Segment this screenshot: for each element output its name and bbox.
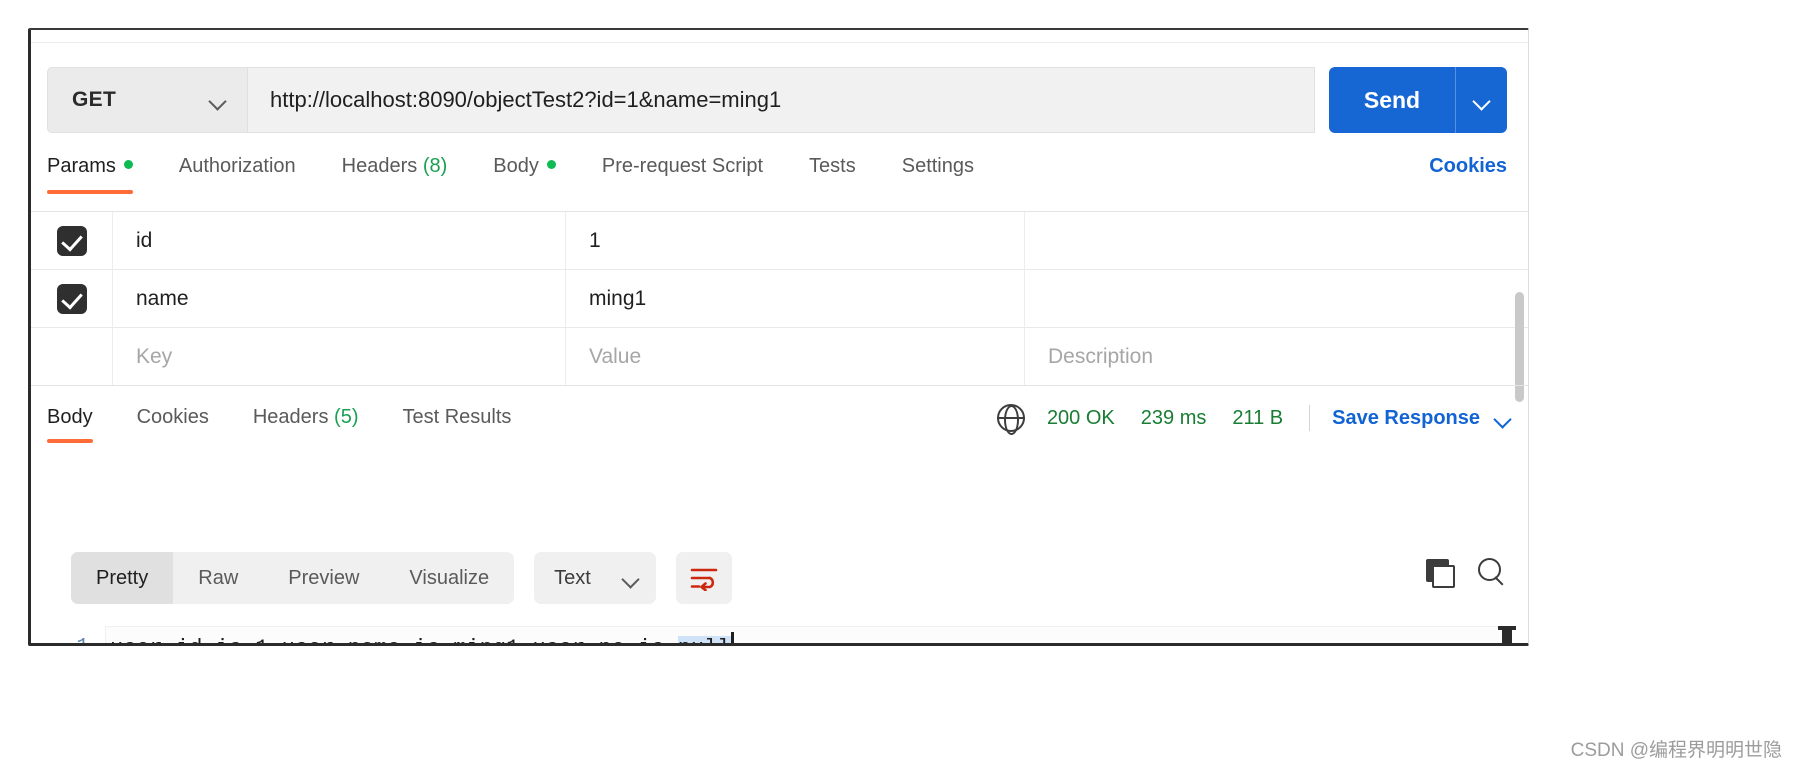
- wrap-text-icon: [690, 568, 718, 591]
- response-view-segmented: Pretty Raw Preview Visualize: [71, 552, 515, 604]
- response-size: 211 B: [1232, 406, 1284, 429]
- tab-params[interactable]: Params: [47, 145, 133, 194]
- response-body-text: user.id is 1,user.name is ming1,user.no …: [110, 636, 678, 644]
- tab-response-cookies[interactable]: Cookies: [137, 398, 209, 443]
- send-button[interactable]: Send: [1329, 67, 1455, 133]
- http-method-label: GET: [72, 88, 117, 111]
- watermark: CSDN @编程界明明世隐: [1570, 740, 1782, 761]
- tab-body[interactable]: Body: [493, 145, 556, 194]
- tab-params-label: Params: [47, 155, 116, 177]
- http-method-select[interactable]: GET: [47, 67, 247, 133]
- tab-authorization-label: Authorization: [178, 155, 296, 177]
- status-badge: 200 OK: [1046, 406, 1115, 429]
- param-enabled-checkbox[interactable]: [56, 225, 87, 256]
- param-value-cell[interactable]: 1: [566, 212, 1025, 269]
- param-row-checkbox-cell: [31, 270, 113, 327]
- cookies-link[interactable]: Cookies: [1429, 155, 1507, 178]
- table-row[interactable]: name ming1: [31, 270, 1528, 328]
- window-top-strip: [31, 30, 1528, 43]
- view-visualize-button[interactable]: Visualize: [384, 552, 514, 604]
- response-body-line[interactable]: user.id is 1,user.name is ming1,user.no …: [105, 626, 1512, 644]
- tab-response-headers-count: (5): [334, 406, 359, 428]
- param-value-placeholder[interactable]: Value: [566, 328, 1025, 386]
- tab-tests[interactable]: Tests: [809, 145, 856, 194]
- copy-icon[interactable]: [1426, 559, 1455, 588]
- chevron-down-icon: [1473, 95, 1491, 106]
- send-options-button[interactable]: [1455, 67, 1507, 133]
- chevron-down-icon: [209, 95, 227, 106]
- table-row[interactable]: id 1: [31, 212, 1528, 270]
- tab-body-label: Body: [493, 155, 539, 177]
- response-body-toolbar: Pretty Raw Preview Visualize Text: [71, 552, 733, 604]
- tab-test-results[interactable]: Test Results: [402, 398, 511, 443]
- table-row-empty[interactable]: Key Value Description: [31, 328, 1528, 386]
- tab-settings[interactable]: Settings: [902, 145, 974, 194]
- tab-response-body-label: Body: [47, 406, 93, 428]
- code-scrollbar[interactable]: [1498, 626, 1516, 643]
- meta-divider: [1309, 405, 1311, 431]
- tab-authorization[interactable]: Authorization: [179, 145, 296, 194]
- url-input[interactable]: http://localhost:8090/objectTest2?id=1&n…: [247, 67, 1315, 133]
- tab-headers-label: Headers: [341, 155, 418, 177]
- search-icon[interactable]: [1478, 558, 1506, 586]
- request-url-row: GET http://localhost:8090/objectTest2?id…: [47, 67, 1507, 133]
- view-raw-button[interactable]: Raw: [173, 552, 263, 604]
- tab-pre-request-script-label: Pre-request Script: [601, 155, 764, 177]
- tab-response-cookies-label: Cookies: [136, 406, 209, 428]
- tab-response-body[interactable]: Body: [47, 398, 93, 443]
- param-description-cell[interactable]: [1025, 212, 1528, 269]
- param-key-cell[interactable]: id: [113, 212, 566, 269]
- wrap-text-button[interactable]: [676, 552, 733, 604]
- text-caret: [730, 632, 734, 643]
- response-meta: 200 OK 239 ms 211 B Save Response: [996, 400, 1512, 436]
- param-row-checkbox-cell: [31, 212, 113, 269]
- screenshot-root: GET http://localhost:8090/objectTest2?id…: [0, 0, 1798, 774]
- save-response-label: Save Response: [1332, 406, 1480, 429]
- globe-icon: [996, 404, 1025, 435]
- unsaved-dot-icon: [123, 160, 133, 170]
- view-pretty-button[interactable]: Pretty: [71, 552, 174, 604]
- response-body-actions: [1426, 558, 1506, 588]
- param-key-cell[interactable]: name: [113, 270, 566, 327]
- view-preview-button[interactable]: Preview: [263, 552, 384, 604]
- param-enabled-checkbox[interactable]: [56, 283, 87, 314]
- tab-pre-request-script[interactable]: Pre-request Script: [602, 145, 763, 194]
- param-description-placeholder[interactable]: Description: [1025, 328, 1528, 386]
- postman-window: GET http://localhost:8090/objectTest2?id…: [28, 28, 1529, 646]
- response-format-select[interactable]: Text: [534, 552, 657, 604]
- tab-headers-count: (8): [422, 155, 448, 177]
- save-response-button[interactable]: Save Response: [1332, 407, 1512, 430]
- param-key-placeholder[interactable]: Key: [113, 328, 566, 386]
- response-body-selection: null: [677, 635, 731, 643]
- response-time: 239 ms: [1140, 406, 1207, 429]
- chevron-down-icon: [1494, 413, 1512, 424]
- response-body-code: 1 user.id is 1,user.name is ming1,user.n…: [47, 626, 1512, 644]
- send-button-group: Send: [1329, 67, 1507, 133]
- param-value-cell[interactable]: ming1: [566, 270, 1025, 327]
- tab-test-results-label: Test Results: [402, 406, 512, 428]
- params-table: id 1 name ming1 Key Value Description: [31, 211, 1528, 386]
- chevron-down-icon: [622, 573, 640, 584]
- unsaved-dot-icon: [546, 160, 556, 170]
- param-description-cell[interactable]: [1025, 270, 1528, 327]
- tab-tests-label: Tests: [809, 155, 856, 177]
- line-number: 1: [47, 626, 105, 643]
- response-format-label: Text: [554, 566, 591, 589]
- response-divider: [31, 385, 1528, 386]
- tab-headers[interactable]: Headers (8): [342, 145, 448, 194]
- tab-settings-label: Settings: [901, 155, 974, 177]
- tab-response-headers-label: Headers: [252, 406, 329, 428]
- param-row-checkbox-cell: [31, 328, 113, 386]
- request-tabs: Params Authorization Headers (8) Body Pr…: [47, 145, 1507, 197]
- tab-response-headers[interactable]: Headers (5): [253, 398, 359, 443]
